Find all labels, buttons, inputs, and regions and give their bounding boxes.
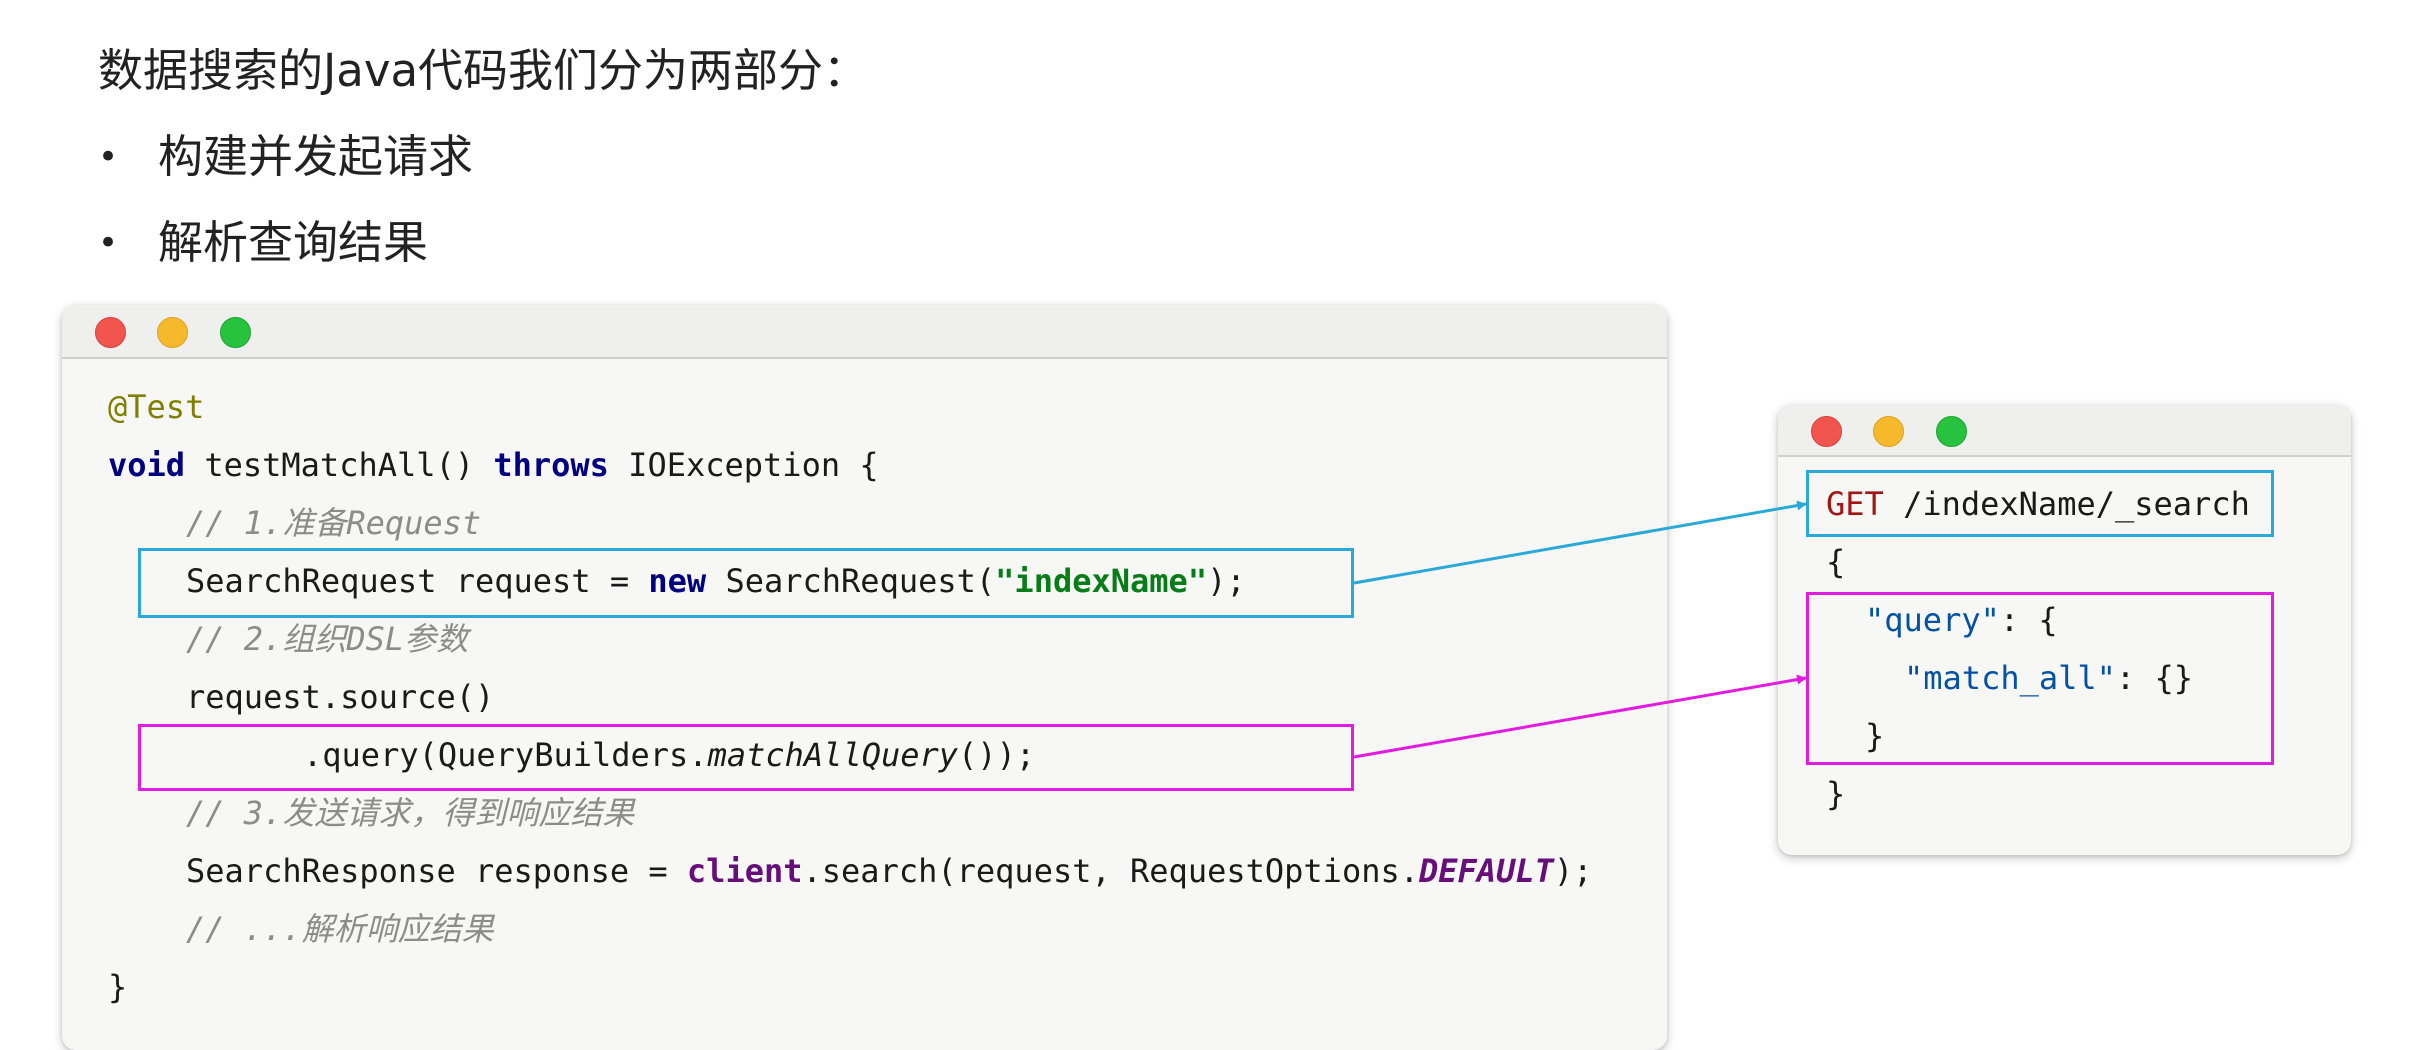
connector-arrows	[1353, 500, 1807, 759]
arrow-query-to-match-all	[1353, 674, 1807, 759]
arrow-request-to-get	[1353, 500, 1807, 585]
